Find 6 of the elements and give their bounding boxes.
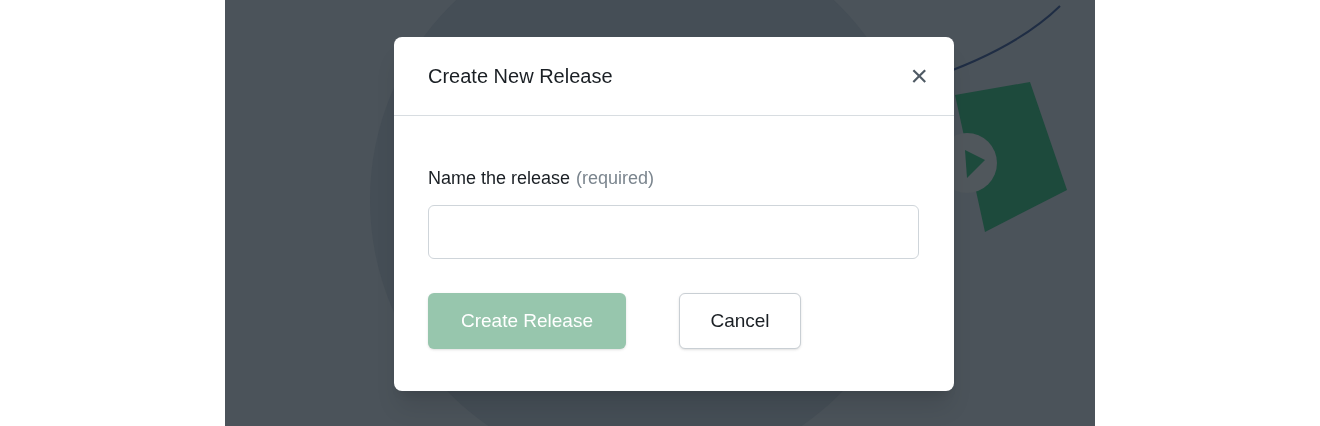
- field-label: Name the release: [428, 167, 571, 190]
- dialog-title: Create New Release: [428, 64, 613, 89]
- close-button[interactable]: ×: [910, 61, 928, 91]
- input-field[interactable]: [428, 205, 919, 259]
- required-hint: (required): [576, 167, 655, 190]
- cancel-button[interactable]: Cancel: [679, 293, 801, 349]
